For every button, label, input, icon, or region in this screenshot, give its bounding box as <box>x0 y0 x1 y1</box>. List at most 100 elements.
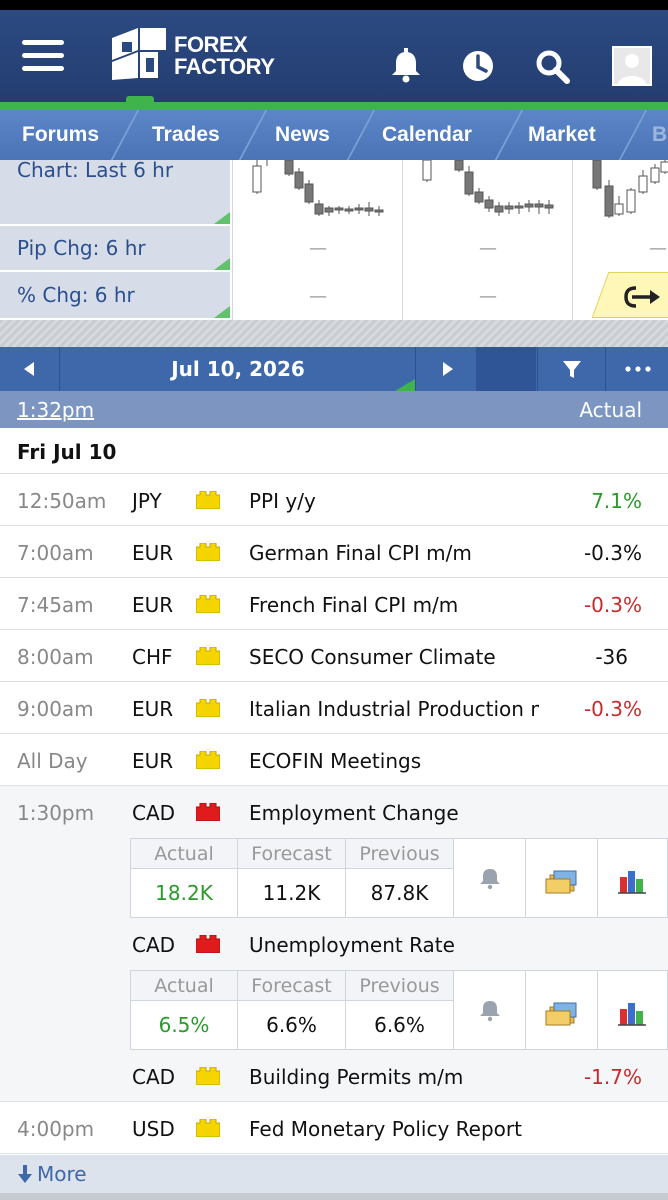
nav-market[interactable]: Market <box>528 110 596 160</box>
detail-forecast-label: Forecast <box>238 971 345 1001</box>
detail-actual-label: Actual <box>131 839 237 869</box>
expanded-event-group: 1:30pm CAD Employment Change Actual 18.2… <box>0 786 668 1050</box>
impact-yellow-icon[interactable] <box>196 543 220 561</box>
table-row[interactable]: 4:00pm USD Fed Monetary Policy Report <box>0 1102 668 1154</box>
market-col-2[interactable]: — — <box>402 159 572 320</box>
prev-day-button[interactable] <box>0 347 60 391</box>
event-actual: -0.3% <box>583 593 642 617</box>
pip-change-value-3: — <box>649 238 667 259</box>
impact-yellow-icon[interactable] <box>196 751 220 769</box>
event-title[interactable]: ECOFIN Meetings <box>249 749 539 773</box>
event-time: 9:00am <box>17 697 94 721</box>
impact-yellow-icon[interactable] <box>196 491 220 509</box>
impact-yellow-icon[interactable] <box>196 1067 220 1085</box>
history-button[interactable] <box>526 971 598 1049</box>
folder-icon <box>545 1002 577 1026</box>
nav-trades[interactable]: Trades <box>152 110 220 160</box>
chart-label-cell[interactable]: Chart: Last 6 hr <box>0 160 230 224</box>
table-row[interactable]: 9:00am EUR Italian Industrial Production… <box>0 682 668 734</box>
clock-icon[interactable] <box>456 44 500 88</box>
alert-button[interactable] <box>454 971 526 1049</box>
history-button[interactable] <box>526 839 598 917</box>
percent-change-value-2: — <box>479 286 497 307</box>
bell-icon[interactable] <box>384 44 428 88</box>
actual-column-header: Actual <box>579 398 642 422</box>
bar-chart-icon <box>618 871 646 894</box>
menu-icon[interactable] <box>22 40 64 72</box>
calendar-subheader: 1:32pm Actual <box>0 391 668 428</box>
impact-red-icon[interactable] <box>196 935 220 953</box>
logo-line1: FOREX <box>174 32 248 57</box>
impact-yellow-icon[interactable] <box>196 647 220 665</box>
percent-change-cell[interactable]: % Chg: 6 hr <box>0 272 230 318</box>
pip-change-value-2: — <box>479 238 497 259</box>
event-actual: 7.1% <box>591 489 642 513</box>
detail-previous-cell: Previous 87.8K <box>346 839 454 917</box>
event-title[interactable]: Italian Industrial Production m/m <box>249 697 539 721</box>
event-currency: CAD <box>132 933 176 957</box>
event-title[interactable]: Building Permits m/m <box>249 1065 539 1089</box>
table-row[interactable]: 8:00am CHF SECO Consumer Climate -36 <box>0 630 668 682</box>
nav-separator <box>618 110 648 160</box>
nav-more-partial[interactable]: B <box>652 110 667 160</box>
nav-separator <box>110 110 140 160</box>
table-row[interactable]: 7:00am EUR German Final CPI m/m -0.3% <box>0 526 668 578</box>
calendar-date[interactable]: Jul 10, 2026 <box>61 347 415 391</box>
chevron-right-icon <box>443 362 453 376</box>
avatar-icon[interactable] <box>610 44 654 88</box>
chevron-left-icon <box>24 362 34 376</box>
chart-button[interactable] <box>598 971 668 1049</box>
filter-button[interactable] <box>537 347 604 391</box>
event-title[interactable]: Unemployment Rate <box>249 933 539 957</box>
candle-chart-3 <box>592 159 668 218</box>
pip-change-value-1: — <box>309 238 327 259</box>
impact-yellow-icon[interactable] <box>196 1119 220 1137</box>
table-row[interactable]: CAD Building Permits m/m -1.7% <box>0 1050 668 1102</box>
more-options-button[interactable] <box>605 347 668 391</box>
table-row[interactable]: 12:50am JPY PPI y/y 7.1% <box>0 474 668 526</box>
pip-change-cell[interactable]: Pip Chg: 6 hr <box>0 226 230 270</box>
event-title[interactable]: French Final CPI m/m <box>249 593 539 617</box>
nav-forums[interactable]: Forums <box>22 110 99 160</box>
nav-news[interactable]: News <box>275 110 330 160</box>
table-row[interactable]: 7:45am EUR French Final CPI m/m -0.3% <box>0 578 668 630</box>
detail-previous-cell: Previous 6.6% <box>346 971 454 1049</box>
detail-forecast-value: 6.6% <box>266 1013 317 1037</box>
nav-separator <box>238 110 268 160</box>
market-panel: Chart: Last 6 hr Pip Chg: 6 hr % Chg: 6 … <box>0 159 668 320</box>
detail-previous-value: 87.8K <box>370 881 429 905</box>
more-dots-icon <box>625 366 651 372</box>
chart-button[interactable] <box>598 839 668 917</box>
app-header: FOREX FACTORY <box>0 10 668 102</box>
calendar-blank-button[interactable] <box>476 347 536 391</box>
detail-previous-label: Previous <box>346 971 453 1001</box>
event-title[interactable]: Employment Change <box>249 801 539 825</box>
event-detail-table: Actual 6.5% Forecast 6.6% Previous 6.6% <box>130 970 668 1050</box>
bottom-edge <box>0 1193 668 1200</box>
event-title[interactable]: Fed Monetary Policy Report <box>249 1117 539 1141</box>
alert-button[interactable] <box>454 839 526 917</box>
event-currency: CAD <box>132 801 176 825</box>
event-title[interactable]: German Final CPI m/m <box>249 541 539 565</box>
detail-actual-label: Actual <box>131 971 237 1001</box>
chart-label: Chart: Last 6 hr <box>17 158 174 182</box>
event-title[interactable]: PPI y/y <box>249 489 539 513</box>
event-currency: JPY <box>132 489 162 513</box>
current-time-link[interactable]: 1:32pm <box>17 398 94 422</box>
event-title[interactable]: SECO Consumer Climate <box>249 645 539 669</box>
down-arrow-icon <box>18 1165 32 1183</box>
impact-yellow-icon[interactable] <box>196 595 220 613</box>
impact-yellow-icon[interactable] <box>196 699 220 717</box>
date-marker <box>395 379 415 391</box>
detail-previous-label: Previous <box>346 839 453 869</box>
alert-bell-icon <box>480 1001 500 1022</box>
more-button[interactable]: More <box>0 1155 668 1193</box>
market-col-1[interactable]: — — <box>232 159 402 320</box>
next-day-button[interactable] <box>415 347 475 391</box>
table-row[interactable]: All Day EUR ECOFIN Meetings <box>0 734 668 786</box>
search-icon[interactable] <box>530 44 574 88</box>
impact-red-icon[interactable] <box>196 803 220 821</box>
nav-calendar[interactable]: Calendar <box>382 110 472 160</box>
detail-actual-value: 18.2K <box>155 881 213 905</box>
calendar-toolbar: Jul 10, 2026 <box>0 347 668 391</box>
